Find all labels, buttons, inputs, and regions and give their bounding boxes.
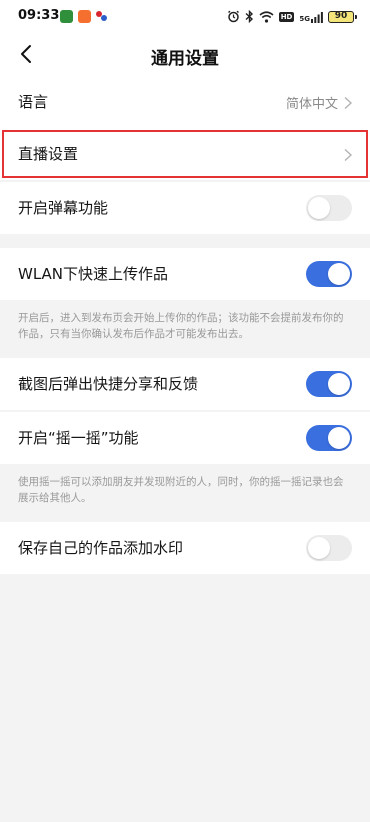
toggle-knob — [308, 537, 330, 559]
toggle-knob — [308, 197, 330, 219]
app-notification-icon — [60, 10, 73, 23]
battery-level: 90 — [334, 11, 348, 21]
language-label: 语言 — [18, 93, 49, 111]
shake-toggle[interactable] — [306, 425, 352, 451]
wlan-upload-label: WLAN下快速上传作品 — [18, 265, 169, 283]
nav-bar: 通用设置 — [0, 34, 370, 76]
watermark-label: 保存自己的作品添加水印 — [18, 539, 184, 557]
toggle-knob — [328, 373, 350, 395]
danmaku-row: 开启弹幕功能 — [0, 182, 370, 234]
page-title: 通用设置 — [151, 49, 219, 69]
shake-row: 开启“摇一摇”功能 — [0, 412, 370, 464]
hd-icon: HD — [278, 12, 295, 22]
wlan-upload-toggle[interactable] — [306, 261, 352, 287]
alarm-icon — [227, 8, 240, 27]
status-time: 09:33 — [18, 8, 60, 23]
shake-label: 开启“摇一摇”功能 — [18, 429, 139, 447]
shake-note: 使用摇一摇可以添加朋友并发现附近的人，同时，你的摇一摇记录也会展示给其他人。 — [0, 464, 370, 520]
screenshot-share-toggle[interactable] — [306, 371, 352, 397]
screenshot-share-label: 截图后弹出快捷分享和反馈 — [18, 375, 199, 393]
bluetooth-icon — [245, 8, 254, 27]
live-settings-label: 直播设置 — [18, 145, 79, 163]
language-row[interactable]: 语言 简体中文 — [0, 76, 370, 128]
danmaku-toggle[interactable] — [306, 195, 352, 221]
battery-icon: 90 — [328, 11, 357, 23]
language-value: 简体中文 — [285, 97, 338, 112]
chevron-right-icon — [342, 95, 354, 110]
app-notification-icon — [96, 10, 108, 22]
wlan-upload-row: WLAN下快速上传作品 — [0, 248, 370, 300]
watermark-toggle[interactable] — [306, 535, 352, 561]
live-settings-row[interactable]: 直播设置 — [0, 128, 370, 180]
toggle-knob — [328, 427, 350, 449]
screenshot-share-row: 截图后弹出快捷分享和反馈 — [0, 358, 370, 410]
signal-icon: 5G — [299, 11, 323, 23]
status-bar: 09:33 HD 5G 90 — [0, 0, 370, 34]
toggle-knob — [328, 263, 350, 285]
watermark-row: 保存自己的作品添加水印 — [0, 522, 370, 574]
network-type-label: 5G — [299, 14, 310, 23]
chevron-right-icon — [342, 147, 354, 162]
danmaku-label: 开启弹幕功能 — [18, 199, 109, 217]
system-icons: HD 5G 90 — [227, 8, 357, 27]
app-notification-icon — [78, 10, 91, 23]
wifi-icon — [259, 8, 274, 27]
wlan-upload-note: 开启后，进入到发布页会开始上传你的作品；该功能不会提前发布你的作品，只有当你确认… — [0, 300, 370, 356]
